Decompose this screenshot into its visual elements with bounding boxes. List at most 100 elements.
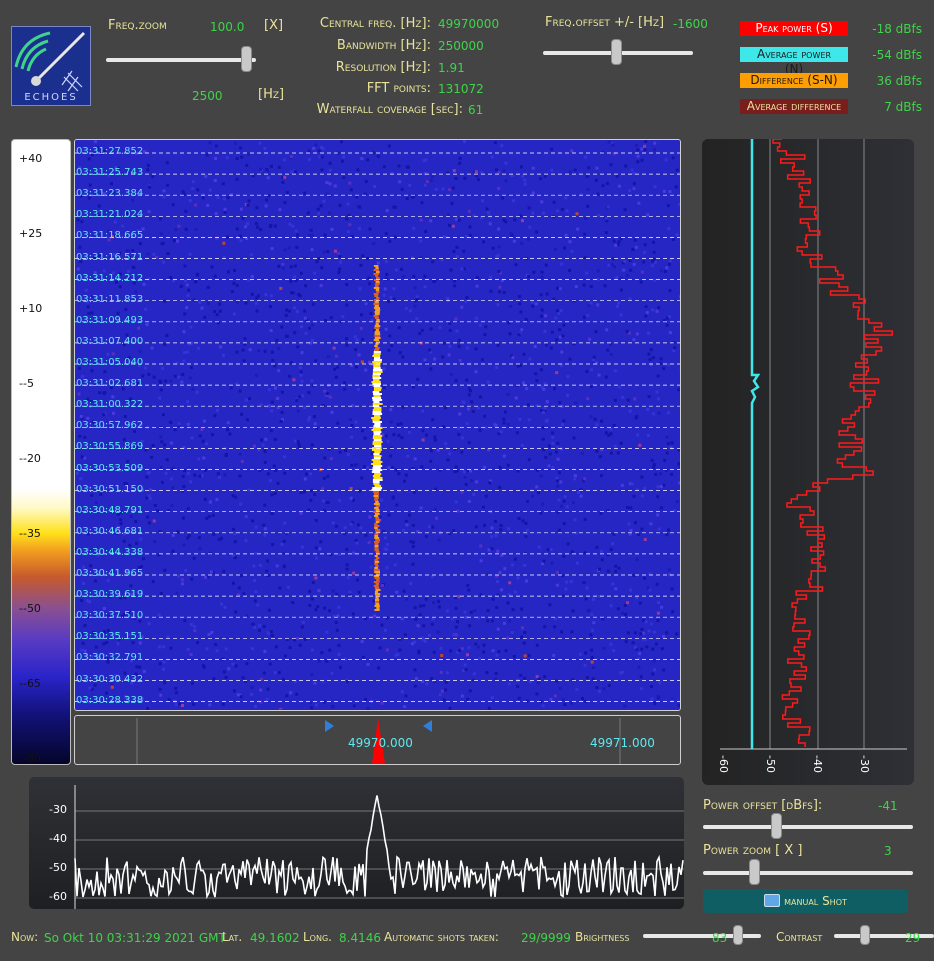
waterfall-timestamp: 03:30:41.965 [76,568,144,579]
freq-span-unit: [Hz] [258,87,285,102]
waterfall-coverage-value: 61 [468,103,484,117]
right-marker-icon [423,720,432,732]
shots-value: 29/9999 [521,931,571,945]
colorbar: +40 +25 +10 --5 --20 --35 --50 --65 --80 [11,139,71,765]
colorbar-tick: +40 [19,152,43,165]
waterfall-timestamp: 03:31:07.400 [76,335,144,347]
colorbar-tick: --20 [19,452,41,465]
brightness-value: 83 [712,931,728,945]
long-value: 8.4146 [339,931,381,945]
power-zoom-slider[interactable] [703,859,913,885]
difference-badge: Difference (S-N) [740,73,848,88]
peak-power-badge: Peak power (S) [740,21,848,36]
colorbar-tick: --65 [19,677,41,690]
waterfall-heatmap [75,140,680,710]
waterfall-timestamp: 03:30:48.791 [76,504,144,516]
resolution-value: 1.91 [438,61,465,75]
spectrum-y-tick: -40 [49,832,67,845]
waterfall-timestamp: 03:30:57.962 [76,420,144,432]
waterfall-timestamp: 03:30:55.869 [76,441,144,453]
power-axis-tick: -40 [811,755,824,773]
fft-points-value: 131072 [438,82,484,96]
freq-label-left: 49970.000 [348,736,413,750]
power-offset-slider[interactable] [703,813,913,839]
freq-zoom-unit: [X] [264,18,284,33]
contrast-knob[interactable] [860,925,871,945]
spectrum-plot [74,785,684,909]
waterfall-timestamp: 03:31:16.571 [76,251,144,263]
long-label: Long. [303,930,332,944]
freq-zoom-slider[interactable] [106,46,256,72]
average-difference-value: 7 dBfs [884,100,922,114]
waterfall-timestamp: 03:31:02.681 [76,378,144,390]
central-freq-label: Central freq. [Hz]: [319,16,431,31]
average-difference-badge: Average difference [740,99,848,114]
now-label: Now: [11,930,39,944]
waterfall-timestamp: 03:30:30.432 [76,673,144,685]
waterfall-timestamp: 03:31:00.322 [76,399,144,411]
brightness-slider[interactable] [643,925,761,945]
shots-label: Automatic shots taken: [384,930,499,944]
average-power-badge: Average power (N) [740,47,848,76]
colorbar-tick: +25 [19,227,43,240]
central-freq-value: 49970000 [438,17,500,31]
waterfall-timestamp: 03:31:23.384 [76,188,144,200]
freq-offset-value: -1600 [673,17,708,31]
brightness-knob[interactable] [732,925,743,945]
freq-offset-label: Freq.offset +/- [Hz] [545,15,665,30]
bandwidth-value: 250000 [438,39,484,53]
freq-offset-knob[interactable] [611,39,623,65]
waterfall-timestamp: 03:31:14.212 [76,272,144,284]
fft-points-label: FFT points: [366,81,431,96]
waterfall-display[interactable]: 03:31:27.852 03:31:25.743 03:31:23.384 03:3… [74,139,681,711]
waterfall-timestamp: 03:30:44.338 [76,546,144,558]
waterfall-timestamp: 03:30:35.151 [76,631,144,643]
spectrum-plot-panel: -30 -40 -50 -60 [29,777,684,909]
waterfall-timestamp: 03:30:51.150 [76,483,144,495]
waterfall-timestamp: 03:31:09.493 [76,314,144,326]
waterfall-timestamp: 03:31:27.852 [76,146,144,157]
difference-value: 36 dBfs [876,74,922,88]
power-offset-value: -41 [878,799,898,813]
logo-text: ECHOES [24,92,78,103]
power-plot-panel: -60 -50 -40 -30 [702,139,914,785]
colorbar-tick: --35 [19,527,41,540]
freq-zoom-knob[interactable] [240,46,252,72]
freq-zoom-label: Freq.zoom [108,18,167,33]
contrast-value: 29 [905,931,921,945]
brightness-label: Brightness [575,930,630,944]
average-power-value: -54 dBfs [872,48,922,62]
now-value: So Okt 10 03:31:29 2021 GMT [44,931,226,945]
waterfall-coverage-label: Waterfall coverage [sec]: [316,102,463,117]
waterfall-timestamp: 03:30:28.338 [76,694,144,706]
bandwidth-label: Bandwidth [Hz]: [336,38,431,53]
power-zoom-value: 3 [884,844,892,858]
waterfall-timestamp: 03:31:05.040 [76,357,144,368]
waterfall-timestamp: 03:31:21.024 [76,209,144,221]
waterfall-timestamp: 03:30:32.791 [76,652,144,664]
colorbar-tick: --80 [19,752,41,765]
lat-value: 49.1602 [250,931,300,945]
power-offset-label: Power offset [dBfs]: [703,798,823,813]
colorbar-tick: --50 [19,602,41,615]
waterfall-timestamp: 03:31:11.853 [76,293,144,305]
power-zoom-knob[interactable] [748,859,760,885]
freq-zoom-value: 100.0 [210,20,245,34]
waterfall-timestamp: 03:30:37.510 [76,610,144,622]
echoes-logo: ECHOES [11,26,91,106]
waterfall-timestamp: 03:30:53.509 [76,462,144,474]
power-axis-tick: -50 [764,755,777,773]
waterfall-timestamp: 03:31:25.743 [76,167,144,179]
frequency-axis[interactable]: 49970.000 49971.000 [74,715,681,765]
colorbar-tick: --5 [19,377,34,390]
waterfall-timestamp: 03:30:46.681 [76,525,144,537]
freq-offset-slider[interactable] [543,39,693,65]
manual-shot-button[interactable]: manual Shot [703,889,908,913]
power-offset-knob[interactable] [770,813,782,839]
peak-power-value: -18 dBfs [872,22,922,36]
freq-span-value: 2500 [192,89,223,103]
camera-icon [764,894,781,907]
manual-shot-label: manual Shot [784,894,847,908]
power-plot [720,139,907,750]
freq-label-right: 49971.000 [590,736,655,750]
